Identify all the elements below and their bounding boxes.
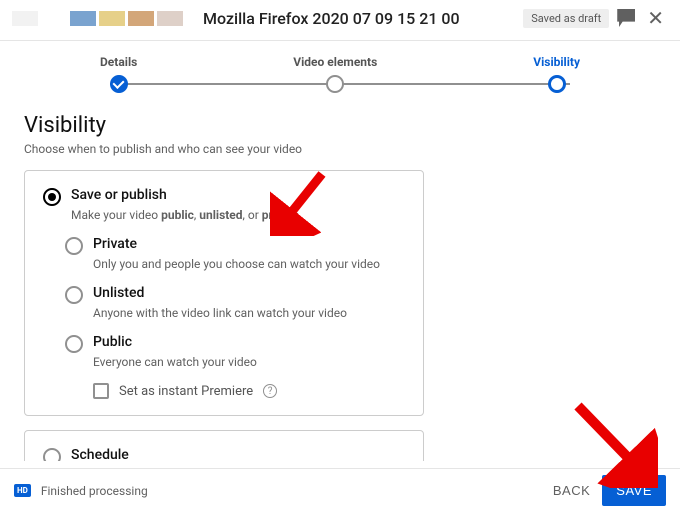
radio-private[interactable]: Private — [65, 236, 405, 255]
checkbox-icon — [93, 383, 109, 399]
schedule-card: Schedule Select a date to make your vide… — [24, 430, 424, 461]
radio-schedule[interactable]: Schedule — [43, 447, 405, 461]
page-subtitle: Choose when to publish and who can see y… — [24, 142, 656, 156]
annotation-arrow-icon — [270, 166, 330, 236]
stepper: Details Video elements Visibility — [0, 41, 680, 101]
premiere-checkbox-row[interactable]: Set as instant Premiere ? — [93, 383, 405, 399]
thumb — [99, 11, 125, 26]
visibility-options: Private Only you and people you choose c… — [65, 236, 405, 399]
radio-icon — [43, 188, 61, 206]
thumb — [70, 11, 96, 26]
step-circle-active-icon — [548, 75, 566, 93]
page-heading: Visibility — [24, 113, 656, 138]
video-title: Mozilla Firefox 2020 07 09 15 21 00 — [203, 9, 515, 28]
thumb — [41, 11, 67, 26]
radio-icon — [65, 237, 83, 255]
step-label: Visibility — [533, 55, 580, 69]
radio-icon — [43, 448, 61, 461]
opt-label: Unlisted — [93, 285, 144, 301]
step-label: Details — [100, 55, 137, 69]
radio-save-publish[interactable]: Save or publish — [43, 187, 405, 206]
opt-desc: Anyone with the video link can watch you… — [93, 306, 405, 320]
opt-label: Save or publish — [71, 187, 167, 203]
processing-status: Finished processing — [41, 484, 541, 498]
dialog-header: Mozilla Firefox 2020 07 09 15 21 00 Save… — [0, 0, 680, 40]
opt-label: Private — [93, 236, 137, 252]
radio-public[interactable]: Public — [65, 334, 405, 353]
opt-desc: Only you and people you choose can watch… — [93, 257, 405, 271]
close-icon[interactable]: ✕ — [643, 6, 668, 30]
radio-icon — [65, 286, 83, 304]
save-publish-card: Save or publish Make your video public, … — [24, 170, 424, 416]
opt-label: Public — [93, 334, 132, 350]
draft-badge: Saved as draft — [523, 9, 609, 28]
thumb — [12, 11, 38, 26]
step-circle-done-icon — [110, 75, 128, 93]
thumb — [157, 11, 183, 26]
step-circle-icon — [326, 75, 344, 93]
step-visibility[interactable]: Visibility — [533, 55, 580, 93]
hd-badge: HD — [14, 484, 31, 497]
opt-desc: Make your video public, unlisted, or pri… — [71, 208, 405, 222]
step-video-elements[interactable]: Video elements — [293, 55, 377, 93]
step-details[interactable]: Details — [100, 55, 137, 93]
radio-icon — [65, 335, 83, 353]
feedback-icon[interactable] — [617, 9, 635, 27]
annotation-arrow-icon — [568, 398, 658, 488]
step-label: Video elements — [293, 55, 377, 69]
opt-desc: Everyone can watch your video — [93, 355, 405, 369]
thumb — [128, 11, 154, 26]
thumbnail-strip — [12, 11, 183, 26]
check-label: Set as instant Premiere — [119, 384, 253, 399]
opt-label: Schedule — [71, 447, 129, 461]
help-icon[interactable]: ? — [263, 384, 277, 398]
radio-unlisted[interactable]: Unlisted — [65, 285, 405, 304]
